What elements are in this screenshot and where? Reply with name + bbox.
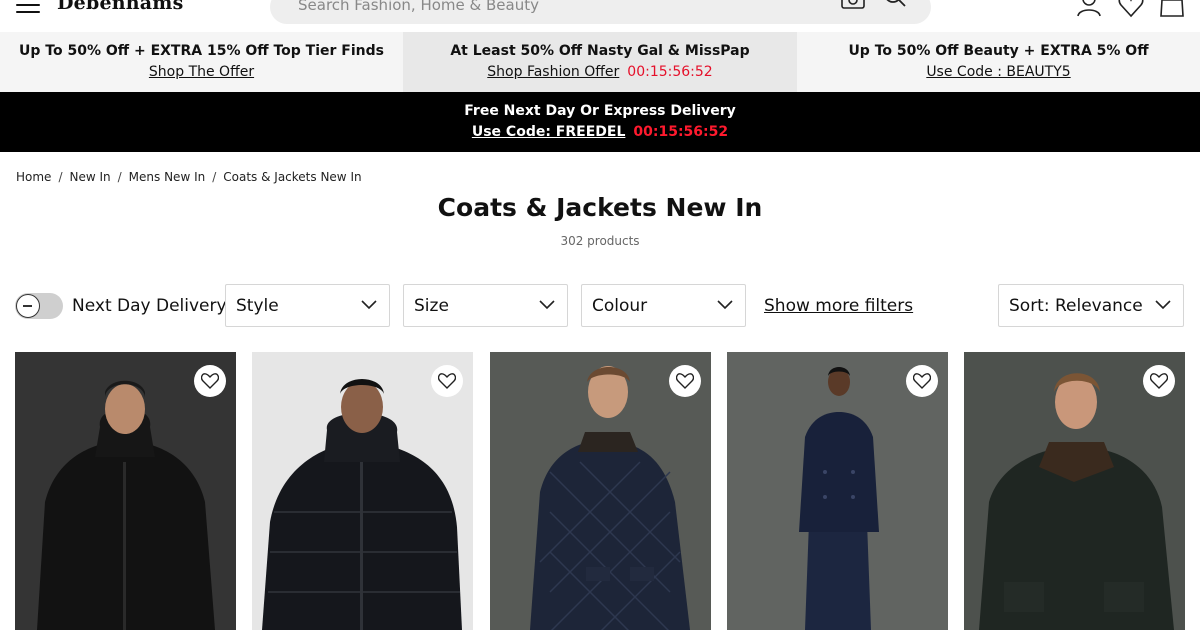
product-card[interactable]: [490, 352, 711, 630]
heart-icon: [676, 373, 694, 389]
product-card[interactable]: [727, 352, 948, 630]
sort-select[interactable]: Sort: Relevance: [998, 284, 1184, 327]
style-filter-label: Style: [236, 296, 279, 316]
toggle-off-icon: [16, 294, 40, 318]
promo-title: Up To 50% Off + EXTRA 15% Off Top Tier F…: [19, 43, 384, 59]
next-day-delivery-toggle[interactable]: [15, 293, 63, 319]
site-header: Debenhams Search Fashion, Home & Beauty: [0, 0, 1200, 32]
breadcrumb-mens-new-in[interactable]: Mens New In: [129, 170, 206, 184]
product-card[interactable]: [252, 352, 473, 630]
promo-title: At Least 50% Off Nasty Gal & MissPap: [450, 43, 750, 59]
heart-icon: [913, 373, 931, 389]
breadcrumb: Home / New In / Mens New In / Coats & Jackets …: [16, 170, 362, 184]
colour-filter-label: Colour: [592, 296, 648, 316]
sort-label: Sort: Relevance: [1009, 296, 1143, 316]
chevron-down-icon: [717, 300, 733, 310]
toggle-label: Next Day Delivery: [72, 296, 227, 316]
product-card[interactable]: [964, 352, 1185, 630]
search-input[interactable]: Search Fashion, Home & Beauty: [298, 0, 539, 14]
page: Debenhams Search Fashion, Home & Beauty: [0, 0, 1200, 630]
search-bar[interactable]: Search Fashion, Home & Beauty: [270, 0, 931, 24]
promo-link[interactable]: Use Code : BEAUTY5: [926, 64, 1070, 80]
heart-icon: [201, 373, 219, 389]
page-title: Coats & Jackets New In: [437, 193, 763, 222]
menu-icon[interactable]: [16, 0, 40, 13]
show-more-filters-link[interactable]: Show more filters: [764, 296, 913, 316]
delivery-title: Free Next Day Or Express Delivery: [464, 103, 736, 119]
style-filter[interactable]: Style: [225, 284, 390, 327]
wishlist-button[interactable]: [906, 365, 938, 397]
wishlist-button[interactable]: [669, 365, 701, 397]
promo-banner-3[interactable]: Up To 50% Off Beauty + EXTRA 5% Off Use …: [797, 32, 1200, 92]
promo-banner-1[interactable]: Up To 50% Off + EXTRA 15% Off Top Tier F…: [0, 32, 403, 92]
delivery-banner[interactable]: Free Next Day Or Express Delivery Use Co…: [0, 92, 1200, 152]
chevron-down-icon: [1155, 300, 1171, 310]
account-icon[interactable]: [1075, 0, 1103, 18]
breadcrumb-current: Coats & Jackets New In: [223, 170, 362, 184]
wishlist-button[interactable]: [1143, 365, 1175, 397]
promo-banner-row: Up To 50% Off + EXTRA 15% Off Top Tier F…: [0, 32, 1200, 92]
wishlist-icon[interactable]: [1117, 0, 1145, 18]
bag-icon[interactable]: [1158, 0, 1186, 18]
site-logo[interactable]: Debenhams: [57, 0, 183, 14]
size-filter-label: Size: [414, 296, 449, 316]
promo-link[interactable]: Shop The Offer: [149, 64, 254, 80]
size-filter[interactable]: Size: [403, 284, 568, 327]
chevron-down-icon: [361, 300, 377, 310]
camera-search-icon[interactable]: [840, 0, 866, 11]
product-count: 302 products: [560, 234, 640, 248]
promo-banner-2[interactable]: At Least 50% Off Nasty Gal & MissPap Sho…: [403, 32, 797, 92]
countdown-timer: 00:15:56:52: [633, 124, 729, 140]
wishlist-button[interactable]: [431, 365, 463, 397]
wishlist-button[interactable]: [194, 365, 226, 397]
search-icon[interactable]: [882, 0, 908, 11]
chevron-down-icon: [539, 300, 555, 310]
countdown-timer: 00:15:56:52: [627, 64, 713, 80]
promo-title: Up To 50% Off Beauty + EXTRA 5% Off: [848, 43, 1149, 59]
product-card[interactable]: [15, 352, 236, 630]
breadcrumb-new-in[interactable]: New In: [69, 170, 110, 184]
colour-filter[interactable]: Colour: [581, 284, 746, 327]
heart-icon: [438, 373, 456, 389]
promo-link[interactable]: Shop Fashion Offer: [487, 64, 619, 80]
delivery-code-link[interactable]: Use Code: FREEDEL: [472, 124, 626, 140]
heart-icon: [1150, 373, 1168, 389]
breadcrumb-home[interactable]: Home: [16, 170, 51, 184]
